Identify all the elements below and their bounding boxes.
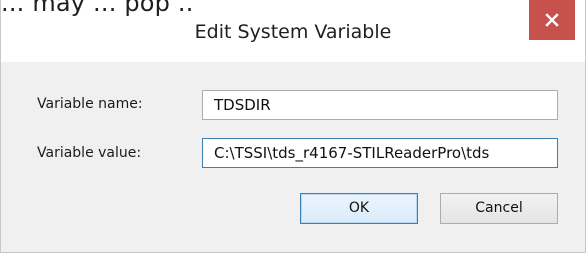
title-bar[interactable]: ... may ... pop .. Edit System Variable [1, 0, 585, 62]
ok-button[interactable]: OK [300, 193, 418, 224]
variable-name-input[interactable]: TDSDIR [202, 90, 558, 120]
variable-value-label: Variable value: [37, 145, 142, 161]
dialog-body: Variable name: TDSDIR Variable value: C:… [9, 62, 577, 244]
dialog-title: Edit System Variable [194, 21, 392, 43]
variable-name-label: Variable name: [37, 96, 143, 112]
close-icon [545, 13, 559, 27]
variable-value-input[interactable]: C:\TSSI\tds_r4167-STILReaderPro\tds [202, 138, 558, 168]
cancel-button[interactable]: Cancel [440, 193, 558, 224]
edit-system-variable-dialog: ... may ... pop .. Edit System Variable … [0, 0, 586, 253]
close-button[interactable] [529, 0, 575, 40]
